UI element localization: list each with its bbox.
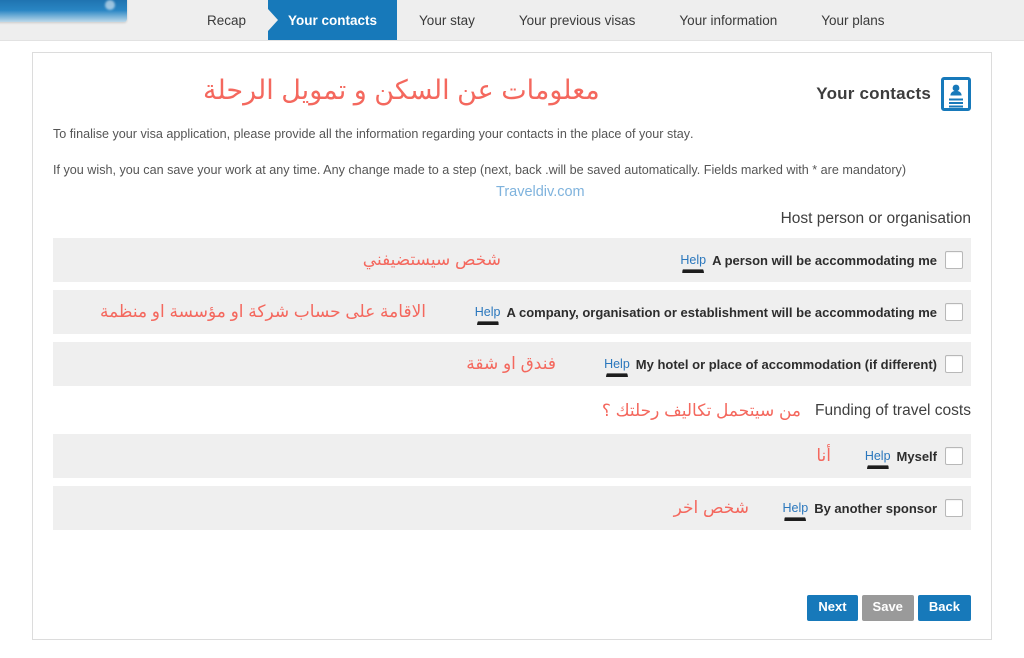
section-heading: Host person or organisation [780, 210, 971, 228]
option-row[interactable]: الاقامة على حساب شركة او مؤسسة او منظمة H… [53, 290, 971, 335]
option-label: Myself [896, 448, 937, 464]
option-label-arabic: شخص سيستضيفني [362, 250, 501, 270]
watermark-row: Traveldiv.com [53, 180, 971, 210]
tab-your-information[interactable]: Your information [657, 0, 799, 40]
help-link[interactable]: Help [782, 501, 808, 515]
contact-card-icon [941, 77, 971, 111]
option-checkbox[interactable] [945, 355, 963, 374]
tab-your-previous-visas[interactable]: Your previous visas [497, 0, 658, 40]
option-label-arabic: شخص اخر [673, 498, 749, 518]
option-row[interactable]: شخص اخر Help By another sponsor [53, 486, 971, 531]
option-row[interactable]: أنا Help Myself [53, 434, 971, 479]
option-label: My hotel or place of accommodation (if d… [635, 356, 937, 372]
page-title-arabic: معلومات عن السكن و تمويل الرحلة [203, 75, 600, 105]
card-header: معلومات عن السكن و تمويل الرحلة Your con… [53, 67, 971, 125]
intro-line-1: .To finalise your visa application, plea… [53, 127, 694, 141]
tab-your-plans[interactable]: Your plans [799, 0, 906, 40]
next-button[interactable]: Next [807, 595, 858, 621]
tab-your-stay[interactable]: Your stay [397, 0, 497, 40]
page-title: Your contacts [816, 84, 931, 103]
help-link[interactable]: Help [865, 449, 891, 463]
option-checkbox[interactable] [945, 499, 963, 518]
save-button[interactable]: Save [861, 595, 914, 621]
option-checkbox[interactable] [945, 303, 963, 322]
form-button-bar: Next Save Back [807, 595, 971, 621]
option-label-arabic: أنا [816, 446, 831, 466]
option-label: A company, organisation or establishment… [506, 304, 937, 320]
main-tabs: Recap Your contacts Your stay Your previous… [185, 0, 907, 40]
option-row[interactable]: شخص سيستضيفني Help A person will be accomm… [53, 238, 971, 283]
option-label-arabic: الاقامة على حساب شركة او مؤسسة او منظمة [99, 302, 426, 322]
intro-text-block: .To finalise your visa application, plea… [53, 125, 971, 180]
form-card: معلومات عن السكن و تمويل الرحلة Your con… [32, 52, 992, 640]
option-label: A person will be accommodating me [712, 252, 937, 268]
help-link[interactable]: Help [475, 305, 501, 319]
brand-logo [0, 0, 127, 22]
back-button[interactable]: Back [917, 595, 971, 621]
option-row[interactable]: فندق او شقة Help My hotel or place of acco… [53, 342, 971, 387]
option-label: By another sponsor [814, 500, 937, 516]
top-navigation-bar: Recap Your contacts Your stay Your previous… [0, 0, 1024, 41]
section-heading: من سيتحمل تكاليف رحلتك ؟ Funding of trave… [53, 394, 971, 428]
option-label-arabic: فندق او شقة [466, 354, 556, 374]
option-checkbox[interactable] [945, 251, 963, 270]
section-heading-arabic: من سيتحمل تكاليف رحلتك ؟ [601, 401, 801, 421]
tab-your-contacts[interactable]: Your contacts [268, 0, 398, 40]
section-heading-label: Funding of travel costs [815, 402, 971, 420]
intro-line-2: (If you wish, you can save your work at … [53, 162, 907, 177]
tab-recap[interactable]: Recap [185, 0, 268, 40]
help-link[interactable]: Help [680, 253, 706, 267]
page-title-group: Your contacts [816, 77, 971, 111]
option-checkbox[interactable] [945, 447, 963, 466]
form-sections: Host person or organisation شخص سيستضيفني… [53, 210, 971, 531]
watermark-text: Traveldiv.com [496, 184, 585, 201]
help-link[interactable]: Help [604, 357, 630, 371]
